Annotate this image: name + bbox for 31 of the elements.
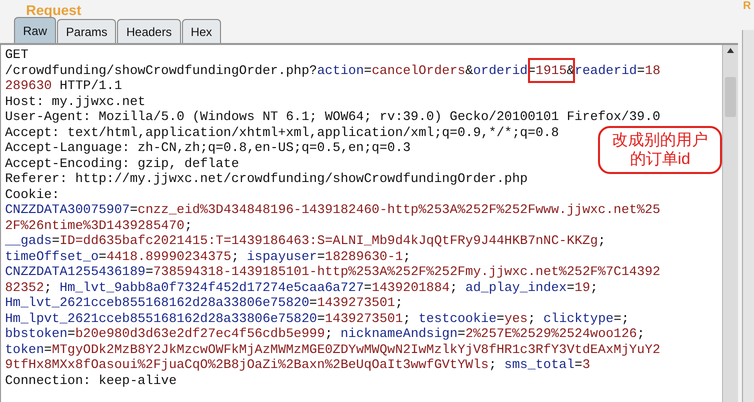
tab[interactable]: Hex: [182, 19, 222, 43]
request-line: 2F%26ntime%3D1439285470;: [5, 218, 192, 233]
request-line: GET: [5, 47, 28, 62]
request-line: Referer: http://my.jjwxc.net/crowdfunding/showCrowdfundingOrder.php: [5, 171, 528, 186]
request-line: __gads=ID=dd635bafc2021415:T=1439186463:S=ALNI_Mb9d4kJqQtFRy9J44HKB7nNC-KKZg;: [5, 233, 606, 248]
scrollbar-thumb[interactable]: [725, 77, 736, 117]
tab[interactable]: Params: [57, 19, 116, 43]
request-line: Cookie:: [5, 186, 60, 202]
request-line: User-Agent: Mozilla/5.0 (Windows NT 6.1; WOW64; rv:39.0) Gecko/20100101 Firefox/39.0: [5, 109, 660, 124]
request-line: Connection: keep-alive: [5, 372, 177, 388]
tab[interactable]: Headers: [117, 19, 181, 43]
request-line: CNZZDATA1255436189=738594318-1439185101-http%253A%252F%252Fmy.jjwxc.net%252F%7C14392: [5, 264, 660, 280]
side-panel-title: R: [742, 0, 752, 12]
tab[interactable]: Raw: [14, 17, 56, 43]
request-line: 289630 HTTP/1.1: [5, 78, 122, 94]
request-line: 9tfHx8MXx8fOasoui%2FjuaCqO%2B8jOaZi%2Baxn%2BeUqOaIt3wwfGVtYWls; sms_total=3: [5, 357, 590, 372]
request-line: token=MTgyODk2MzB8Y2JkMzcwOWFkMjAzMWMzMGE0ZDYwMWQwN2IwMzlkYjV8fHR1c3RfY3VtdEAxMjYuY2: [5, 342, 660, 357]
request-line: Accept: text/html,application/xhtml+xml,application/xml;q=0.9,*/*;q=0.8: [5, 124, 559, 140]
request-line: Accept-Encoding: gzip, deflate: [5, 156, 240, 171]
callout-text: 改成别的用户: [612, 131, 708, 150]
request-line: timeOffset_o=4418.89990234375; ispayuser=18289630-1;: [5, 248, 411, 264]
scrollbar[interactable]: [722, 45, 738, 402]
request-line: 82352; Hm_lvt_9abb8a0f7324f452d17274e5caa6a727=1439201884; ad_play_index=19;: [5, 280, 598, 295]
callout-text: 的订单id: [630, 150, 690, 169]
panel-title: Request: [26, 3, 82, 17]
request-line: Accept-Language: zh-CN,zh;q=0.8,en-US;q=0.5,en;q=0.3: [5, 140, 411, 156]
request-line: CNZZDATA30075907=cnzz_eid%3D434848196-1439182460-http%253A%252F%252Fwww.jjwxc.net%25: [5, 202, 660, 218]
request-line: Hm_lvt_2621cceb855168162d28a33806e75820=1439273501;: [5, 295, 403, 310]
request-line: bbstoken=b20e980d3d63e2df27ec4f56cdb5e999; nicknameAndsign=2%257E%2529%2524woo126;: [5, 326, 645, 342]
request-line: Host: my.jjwxc.net: [5, 94, 146, 109]
request-line: Hm_lpvt_2621cceb855168162d28a33806e75820=1439273501; testcookie=yes; clicktype=;: [5, 310, 630, 326]
